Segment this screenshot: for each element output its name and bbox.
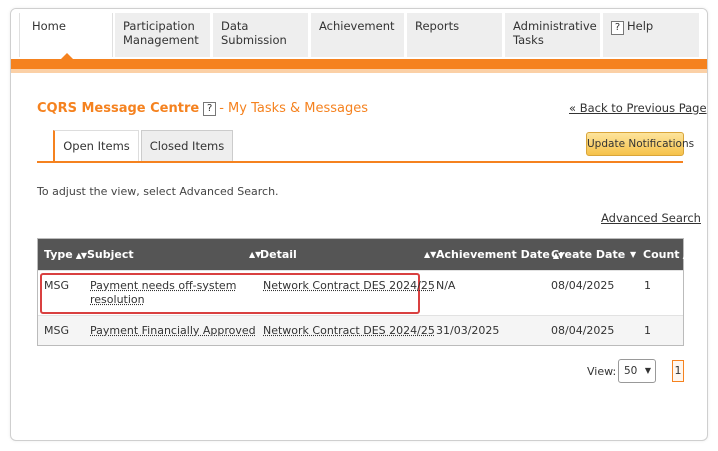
column-count-label: Count bbox=[643, 248, 680, 261]
table-header: Type ▲▼ Subject ▲▼ Detail ▲▼ Achievement … bbox=[38, 239, 694, 270]
nav-participation-management[interactable]: Participation Management bbox=[115, 13, 211, 57]
help-icon: ? bbox=[611, 21, 624, 35]
sort-icon[interactable]: ▲▼ bbox=[424, 239, 436, 270]
nav-home-label: Home bbox=[32, 19, 66, 33]
nav-achievement[interactable]: Achievement bbox=[311, 13, 405, 57]
view-label: View: bbox=[587, 365, 617, 378]
column-create-date-label: Create Date bbox=[551, 248, 626, 261]
app-window: Home Participation Management Data Submi… bbox=[10, 8, 708, 441]
cell-achievement-date: N/A bbox=[436, 279, 456, 292]
nav-help[interactable]: ? Help bbox=[603, 13, 700, 57]
nav-data-submission[interactable]: Data Submission bbox=[213, 13, 309, 57]
advanced-search-hint: To adjust the view, select Advanced Sear… bbox=[37, 185, 279, 198]
column-subject-label: Subject bbox=[87, 248, 134, 261]
column-type-label: Type bbox=[44, 248, 73, 261]
page-subtitle: - My Tasks & Messages bbox=[219, 101, 369, 116]
nav-data-submission-label: Data Submission bbox=[221, 19, 287, 47]
tab-underline bbox=[37, 161, 683, 163]
cell-create-date: 08/04/2025 bbox=[551, 279, 615, 292]
cell-detail-link[interactable]: Network Contract DES 2024/25 bbox=[263, 324, 435, 337]
column-header-type[interactable]: Type ▲▼ bbox=[44, 239, 87, 270]
tab-open-items[interactable]: Open Items bbox=[53, 130, 139, 162]
table-row[interactable]: MSG Payment Financially Approved Network… bbox=[38, 315, 683, 345]
top-navigation: Home Participation Management Data Submi… bbox=[11, 9, 707, 59]
nav-accent-underline bbox=[11, 69, 707, 73]
view-count-select[interactable]: 50 ▼ bbox=[618, 359, 656, 383]
cell-detail-link[interactable]: Network Contract DES 2024/25 bbox=[263, 279, 435, 292]
column-header-create-date[interactable]: Create Date bbox=[551, 239, 625, 270]
view-count-value: 50 bbox=[624, 365, 638, 377]
column-detail-label: Detail bbox=[260, 248, 297, 261]
page-title: CQRS Message Centre? - My Tasks & Message… bbox=[37, 101, 368, 116]
back-to-previous-link[interactable]: « Back to Previous Page bbox=[569, 101, 707, 115]
advanced-search-link[interactable]: Advanced Search bbox=[601, 211, 701, 225]
cell-type: MSG bbox=[44, 279, 69, 292]
cell-count: 1 bbox=[644, 324, 651, 337]
sort-icon: ▲▼ bbox=[682, 251, 694, 260]
nav-achievement-label: Achievement bbox=[319, 19, 395, 33]
nav-home[interactable]: Home bbox=[19, 13, 113, 57]
cell-type: MSG bbox=[44, 324, 69, 337]
tab-closed-items[interactable]: Closed Items bbox=[141, 130, 233, 162]
nav-accent-bar bbox=[11, 59, 707, 69]
cell-subject-link[interactable]: Payment Financially Approved bbox=[90, 324, 270, 338]
update-notifications-button[interactable]: Update Notifications bbox=[586, 132, 694, 156]
column-header-count[interactable]: Count ▲▼ bbox=[643, 239, 694, 270]
page-number-1[interactable]: 1 bbox=[672, 360, 684, 382]
sort-icon: ▲▼ bbox=[75, 251, 87, 260]
nav-participation-label: Participation Management bbox=[123, 19, 199, 47]
column-achievement-date-label: Achievement Date bbox=[436, 248, 550, 261]
nav-reports-label: Reports bbox=[415, 19, 460, 33]
column-header-detail[interactable]: Detail bbox=[260, 239, 297, 270]
nav-help-label: Help bbox=[627, 19, 654, 33]
nav-administrative-tasks[interactable]: Administrative Tasks bbox=[505, 13, 601, 57]
cell-create-date: 08/04/2025 bbox=[551, 324, 615, 337]
column-header-subject[interactable]: Subject bbox=[87, 239, 134, 270]
table-row[interactable]: MSG Payment needs off-system resolution … bbox=[38, 270, 683, 315]
cell-count: 1 bbox=[644, 279, 651, 292]
column-header-achievement-date[interactable]: Achievement Date ▲▼ bbox=[436, 239, 564, 270]
nav-admin-label: Administrative Tasks bbox=[513, 19, 597, 47]
page-title-text: CQRS Message Centre bbox=[37, 101, 200, 116]
cell-achievement-date: 31/03/2025 bbox=[436, 324, 500, 337]
messages-table: Type ▲▼ Subject ▲▼ Detail ▲▼ Achievement … bbox=[37, 238, 694, 346]
chevron-down-icon: ▼ bbox=[644, 366, 651, 375]
help-icon[interactable]: ? bbox=[203, 102, 217, 116]
nav-reports[interactable]: Reports bbox=[407, 13, 503, 57]
sort-desc-icon[interactable]: ▼ bbox=[630, 239, 636, 270]
cell-subject-link[interactable]: Payment needs off-system resolution bbox=[90, 279, 240, 307]
